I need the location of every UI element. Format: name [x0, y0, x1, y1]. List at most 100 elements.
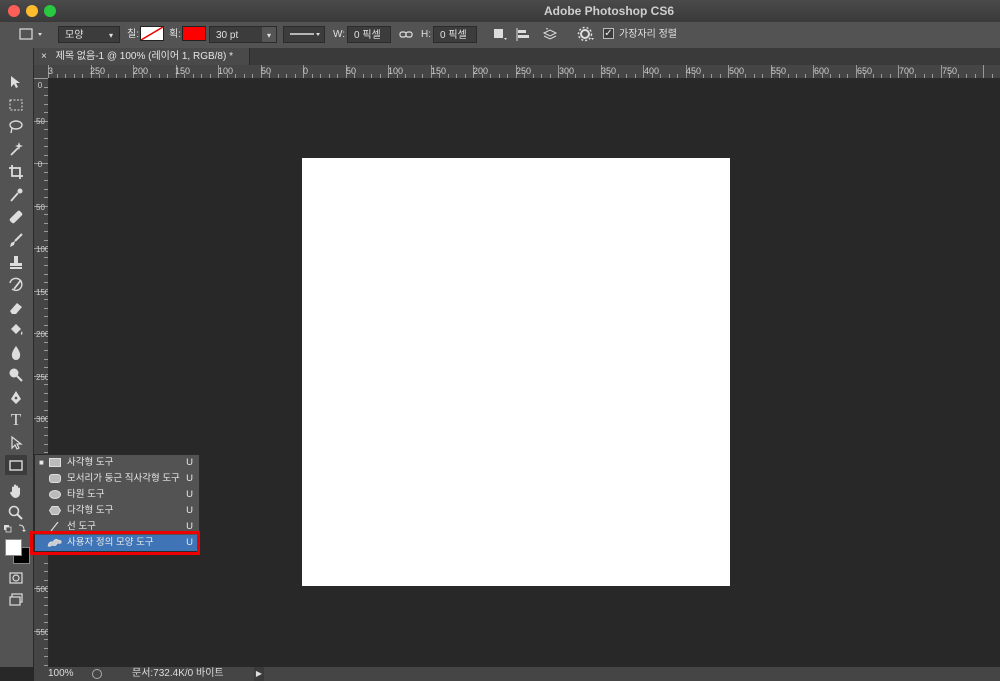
menu-item-polygon-tool[interactable]: 다각형 도구 U — [35, 503, 199, 519]
ruler-label: 250 — [90, 66, 106, 76]
status-menu-arrow-icon[interactable]: ▶ — [254, 667, 264, 681]
minimize-window-button[interactable] — [26, 5, 38, 17]
close-tab-icon[interactable]: × — [41, 51, 47, 62]
quick-mask-icon[interactable] — [5, 568, 27, 588]
ruler-label: 100 — [388, 66, 404, 76]
chevron-down-icon: ▾ — [262, 27, 276, 42]
path-arrangement-icon[interactable] — [541, 26, 559, 43]
ruler-label: 50 — [36, 117, 45, 126]
ruler-label: 600 — [814, 66, 830, 76]
dodge-tool-icon[interactable] — [5, 365, 27, 385]
options-bar: 모양 ▾ 칠: 획: 30 pt ▾ W: 0 픽셀 H: 0 픽셀 ✓ 가장자… — [0, 22, 1000, 49]
title-bar: Adobe Photoshop CS6 — [0, 0, 1000, 23]
align-edges-checkbox[interactable]: ✓ — [603, 28, 614, 39]
healing-brush-tool-icon[interactable] — [5, 207, 27, 227]
ruler-label: 550 — [36, 628, 49, 637]
ruler-label: 100 — [218, 66, 234, 76]
stroke-label: 획: — [169, 29, 181, 40]
ruler-label: 300 — [36, 415, 49, 424]
ruler-label: 150 — [36, 288, 49, 297]
height-input[interactable]: 0 픽셀 — [433, 26, 477, 43]
stroke-swatch[interactable] — [182, 26, 206, 41]
stroke-width-input[interactable]: 30 pt ▾ — [209, 26, 277, 43]
ruler-label: 750 — [942, 66, 958, 76]
gear-icon[interactable] — [577, 26, 595, 43]
rectangle-icon — [49, 458, 61, 467]
document-size-info: 문서:732.4K/0 바이트 — [132, 668, 224, 679]
link-icon[interactable] — [399, 26, 413, 43]
width-value: 0 픽셀 — [354, 30, 381, 41]
brush-tool-icon[interactable] — [5, 230, 27, 250]
menu-item-ellipse-tool[interactable]: 타원 도구 U — [35, 487, 199, 503]
ruler-label: 200 — [473, 66, 489, 76]
ruler-label: 500 — [36, 585, 49, 594]
active-tool-bullet-icon: ■ — [39, 458, 44, 467]
fill-swatch[interactable] — [140, 26, 164, 41]
fill-label: 칠: — [127, 29, 139, 40]
ruler-label: 50 — [36, 203, 45, 212]
paint-bucket-tool-icon[interactable] — [5, 320, 27, 340]
vertical-ruler[interactable]: 0 50 0 50 100 150 200 250 300 350 400 45… — [34, 78, 49, 667]
ruler-label: 300 — [559, 66, 575, 76]
magic-wand-tool-icon[interactable] — [5, 139, 27, 159]
rectangle-tool-icon[interactable] — [5, 455, 27, 475]
tool-preset-picker[interactable] — [14, 26, 46, 43]
status-bar: 100% 문서:732.4K/0 바이트 ▶ — [34, 667, 1000, 681]
ruler-label: 700 — [899, 66, 915, 76]
ruler-label: 100 — [36, 245, 49, 254]
document-tab[interactable]: × 제목 없음-1 @ 100% (레이어 1, RGB/8) * — [34, 48, 250, 65]
menu-item-rounded-rectangle-tool[interactable]: 모서리가 둥근 직사각형 도구 U — [35, 471, 199, 487]
ruler-label: 3 — [48, 66, 54, 76]
menu-item-label: 다각형 도구 — [67, 505, 114, 516]
hand-tool-icon[interactable] — [5, 481, 27, 501]
zoom-tool-icon[interactable] — [5, 503, 27, 523]
width-input[interactable]: 0 픽셀 — [347, 26, 391, 43]
height-label: H: — [421, 29, 431, 40]
zoom-window-button[interactable] — [44, 5, 56, 17]
menu-item-label: 모서리가 둥근 직사각형 도구 — [67, 473, 180, 484]
export-status-icon[interactable] — [92, 669, 102, 679]
crop-tool-icon[interactable] — [5, 162, 27, 182]
path-operations-icon[interactable] — [492, 26, 508, 43]
screen-mode-icon[interactable] — [5, 590, 27, 610]
clone-stamp-tool-icon[interactable] — [5, 253, 27, 273]
zoom-level[interactable]: 100% — [48, 667, 74, 681]
menu-item-rectangle-tool[interactable]: ■ 사각형 도구 U — [35, 455, 199, 471]
ruler-label: 0 — [303, 66, 309, 76]
foreground-color-swatch[interactable] — [5, 539, 22, 556]
move-tool-icon[interactable] — [5, 72, 27, 92]
menu-item-label: 사각형 도구 — [67, 457, 114, 468]
path-selection-tool-icon[interactable] — [5, 433, 27, 453]
height-value: 0 픽셀 — [440, 30, 467, 41]
ruler-label: 200 — [133, 66, 149, 76]
pen-tool-icon[interactable] — [5, 388, 27, 408]
menu-item-shortcut: U — [186, 489, 193, 500]
eyedropper-tool-icon[interactable] — [5, 185, 27, 205]
ruler-label: 550 — [771, 66, 787, 76]
type-tool-icon[interactable]: T — [5, 410, 27, 430]
menu-item-shortcut: U — [186, 505, 193, 516]
chevron-down-icon: ▾ — [108, 31, 113, 40]
document-canvas[interactable] — [302, 158, 730, 586]
ruler-label: 450 — [686, 66, 702, 76]
stroke-width-value: 30 pt — [216, 30, 239, 41]
close-window-button[interactable] — [8, 5, 20, 17]
ruler-label: 650 — [857, 66, 873, 76]
eraser-tool-icon[interactable] — [5, 298, 27, 318]
ruler-origin[interactable] — [34, 65, 48, 78]
horizontal-ruler[interactable]: 3 250 200 150 100 50 0 50 100 150 200 25… — [48, 65, 1000, 79]
swap-colors-icon[interactable] — [2, 522, 30, 534]
polygon-icon — [49, 506, 61, 515]
tool-mode-select[interactable]: 모양 ▾ — [58, 26, 120, 43]
path-alignment-icon[interactable] — [515, 26, 531, 43]
menu-item-shortcut: U — [186, 473, 193, 484]
marquee-tool-icon[interactable] — [5, 95, 27, 115]
ruler-label: 400 — [644, 66, 660, 76]
ruler-label: 50 — [261, 66, 272, 76]
stroke-type-select[interactable] — [283, 26, 325, 43]
blur-tool-icon[interactable] — [5, 343, 27, 363]
lasso-tool-icon[interactable] — [5, 117, 27, 137]
history-brush-tool-icon[interactable] — [5, 275, 27, 295]
width-label: W: — [333, 29, 346, 40]
ruler-label: 350 — [601, 66, 617, 76]
